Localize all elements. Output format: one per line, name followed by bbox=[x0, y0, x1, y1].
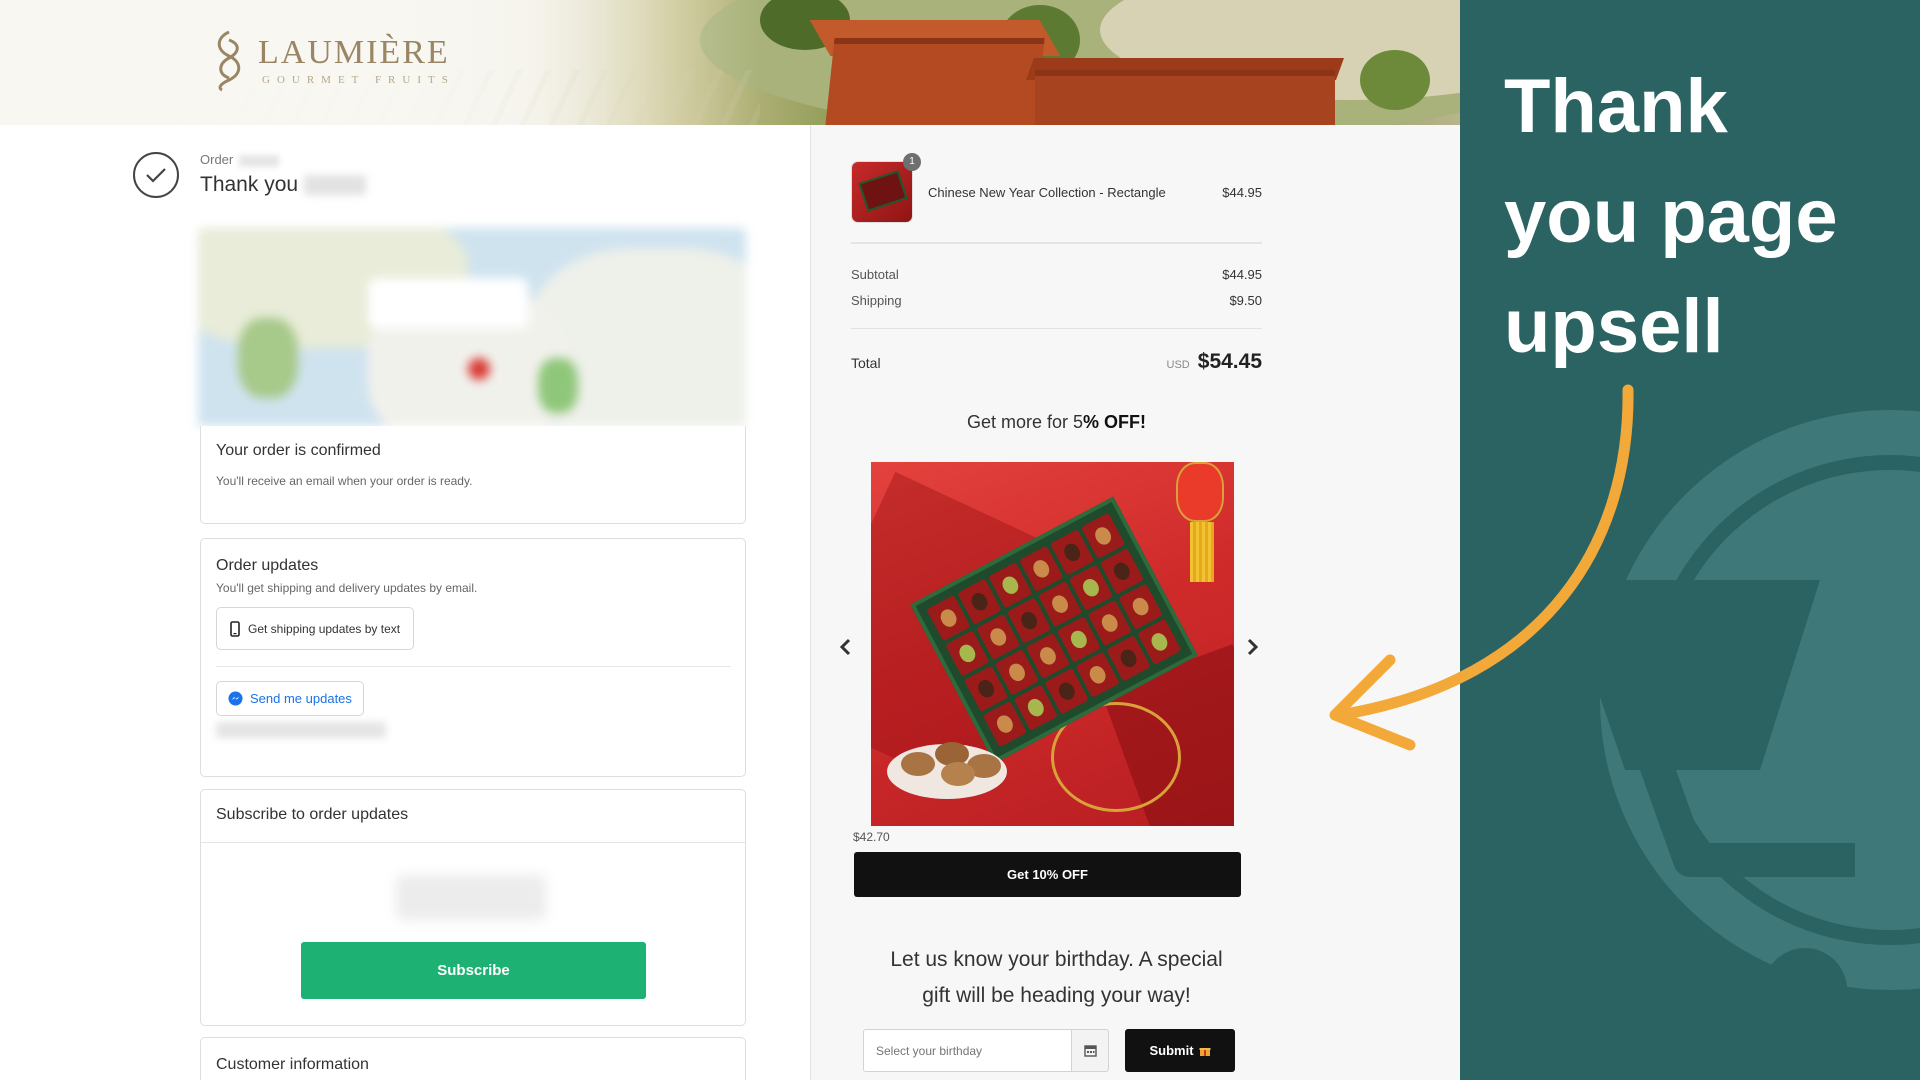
summary-divider bbox=[851, 242, 1262, 244]
shipping-text-updates-button[interactable]: Get shipping updates by text bbox=[216, 607, 415, 650]
check-circle-icon bbox=[133, 152, 179, 198]
promo-headline-line2: you page bbox=[1504, 174, 1838, 259]
product-name: Chinese New Year Collection - Rectangle bbox=[928, 185, 1166, 200]
product-price: $44.95 bbox=[1222, 185, 1262, 200]
order-updates-title: Order updates bbox=[216, 557, 319, 574]
messenger-disclaimer-redacted bbox=[216, 722, 386, 738]
subscribe-button[interactable]: Subscribe bbox=[301, 942, 646, 999]
birthday-prompt-line2: gift will be heading your way! bbox=[922, 984, 1191, 1007]
subscribe-card: Subscribe to order updates Subscribe bbox=[200, 789, 746, 1026]
total-currency: USD bbox=[1166, 359, 1190, 371]
brand-name: LAUMIÈRE bbox=[258, 34, 450, 71]
quantity-badge: 1 bbox=[903, 153, 921, 171]
subtotal-label: Subtotal bbox=[851, 267, 899, 282]
total-row: Total USD $54.45 bbox=[851, 350, 1262, 374]
total-value: $54.45 bbox=[1197, 350, 1262, 373]
upsell-headline: Get more for 5% OFF! bbox=[966, 412, 1147, 432]
upsell-price: $42.70 bbox=[853, 830, 890, 844]
promo-headline-line1: Thank bbox=[1504, 64, 1728, 149]
header-banner: LAUMIÈRE GOURMET FRUITS bbox=[0, 0, 1460, 125]
birthday-prompt-line1: Let us know your birthday. A special bbox=[890, 948, 1223, 971]
logo-mark-icon bbox=[217, 30, 241, 92]
shipping-value: $9.50 bbox=[1229, 293, 1262, 308]
subtotal-row: Subtotal $44.95 bbox=[851, 267, 1262, 282]
mobile-phone-icon bbox=[230, 620, 240, 637]
order-confirmed-title: Your order is confirmed bbox=[216, 442, 381, 459]
curved-arrow-icon bbox=[1329, 384, 1634, 751]
customer-information-card: Customer information bbox=[200, 1037, 746, 1080]
total-label: Total bbox=[851, 355, 881, 371]
birthday-submit-button[interactable]: Submit bbox=[1125, 1029, 1235, 1072]
total-divider bbox=[851, 328, 1262, 329]
messenger-updates-label: Send me updates bbox=[250, 691, 352, 706]
order-status-column: Order Thank you Your order is confirmed … bbox=[0, 125, 810, 1080]
brand-tagline: GOURMET FRUITS bbox=[262, 74, 455, 86]
brand-logo[interactable]: LAUMIÈRE GOURMET FRUITS bbox=[210, 28, 455, 92]
customer-information-title: Customer information bbox=[216, 1056, 369, 1073]
calendar-icon bbox=[1083, 1045, 1097, 1057]
carousel-prev-button[interactable] bbox=[833, 632, 857, 662]
gift-icon bbox=[1199, 1047, 1211, 1056]
shipping-row: Shipping $9.50 bbox=[851, 293, 1262, 308]
birthday-submit-label: Submit bbox=[1149, 1043, 1194, 1058]
messenger-updates-button[interactable]: Send me updates bbox=[216, 681, 364, 716]
messenger-icon bbox=[228, 691, 243, 706]
customer-name-redacted bbox=[304, 175, 367, 196]
promo-headline-line3: upsell bbox=[1504, 284, 1724, 369]
carousel-next-button[interactable] bbox=[1241, 632, 1265, 662]
birthday-prompt: Let us know your birthday. A special gif… bbox=[851, 942, 1262, 1014]
order-updates-card: Order updates You'll get shipping and de… bbox=[200, 538, 746, 777]
chevron-right-icon bbox=[1247, 638, 1259, 656]
product-thumbnail bbox=[851, 161, 913, 223]
order-confirmed-subtitle: You'll receive an email when your order … bbox=[216, 474, 473, 488]
subscribe-widget-redacted bbox=[396, 875, 546, 920]
upsell-product-image[interactable] bbox=[871, 462, 1234, 826]
delivery-map[interactable] bbox=[198, 228, 746, 426]
updates-divider bbox=[216, 666, 731, 667]
get-discount-button[interactable]: Get 10% OFF bbox=[854, 852, 1241, 897]
order-number-label: Order bbox=[200, 152, 280, 167]
chevron-left-icon bbox=[839, 638, 851, 656]
calendar-button[interactable] bbox=[1071, 1029, 1109, 1072]
shipping-text-updates-label: Get shipping updates by text bbox=[248, 621, 401, 636]
promo-headline: Thank you page upsell bbox=[1504, 52, 1904, 382]
order-confirmed-card: Your order is confirmed You'll receive a… bbox=[200, 426, 746, 524]
order-updates-subtitle: You'll get shipping and delivery updates… bbox=[216, 581, 478, 595]
birthday-input[interactable] bbox=[863, 1029, 1071, 1072]
subtotal-value: $44.95 bbox=[1222, 267, 1262, 282]
thank-you-heading: Thank you bbox=[200, 173, 367, 197]
shipping-label: Shipping bbox=[851, 293, 902, 308]
subscribe-title: Subscribe to order updates bbox=[216, 806, 409, 823]
order-number-redacted bbox=[239, 154, 280, 167]
